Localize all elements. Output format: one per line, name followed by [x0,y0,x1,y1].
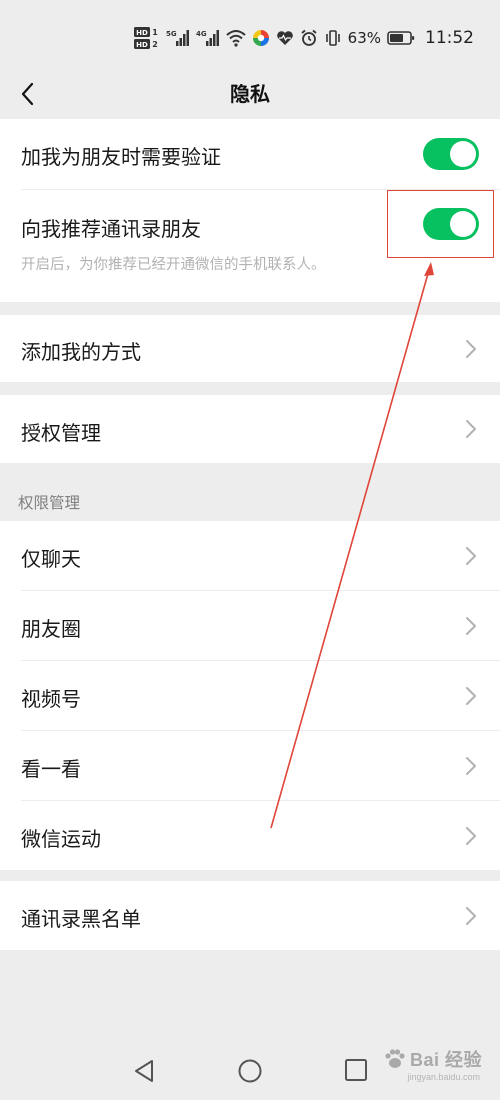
svg-text:2: 2 [152,40,158,49]
permissions-header: 权限管理 [18,494,81,512]
svg-text:HD: HD [136,29,148,37]
permissions-section: 仅聊天 朋友圈 视频号 看一看 微信运动 [0,521,500,870]
baidu-jingyan-watermark: Bai 经验 jingyan.baidu.com [382,1046,482,1082]
signal-4g-icon: 4G [196,28,220,48]
list-item-channels[interactable]: 视频号 [0,661,500,730]
chevron-right-icon [466,757,476,775]
blacklist-row[interactable]: 通讯录黑名单 [0,881,500,950]
list-item-chat-only[interactable]: 仅聊天 [0,521,500,590]
svg-text:5G: 5G [166,30,177,38]
svg-text:1: 1 [152,28,158,37]
status-bar: HD 1 HD 2 5G 4G 63% 11:52 [0,0,500,72]
clock: 11:52 [425,28,474,48]
chevron-right-icon [466,617,476,635]
toggle-knob [450,141,476,167]
list-item-wechat-sports[interactable]: 微信运动 [0,801,500,870]
auth-row[interactable]: 授权管理 [0,395,500,463]
vibrate-icon [324,29,342,47]
blacklist-section: 通讯录黑名单 [0,881,500,950]
verify-label: 加我为朋友时需要验证 [21,145,221,169]
chevron-right-icon [466,340,476,358]
nav-bar: 隐私 [0,72,500,118]
svg-text:HD: HD [136,41,148,49]
list-item-label: 微信运动 [21,827,101,851]
auth-section: 授权管理 [0,395,500,463]
list-item-label: 仅聊天 [21,547,81,571]
wifi-icon [225,29,246,47]
chevron-right-icon [466,547,476,565]
paw-logo-icon [385,1049,405,1068]
alarm-icon [300,29,318,47]
battery-icon [387,30,415,46]
auth-label: 授权管理 [21,421,101,445]
signal-5g-icon: 5G [166,28,190,48]
color-app-icon [252,29,270,47]
verify-row: 加我为朋友时需要验证 [0,119,500,189]
battery-percent: 63% [347,29,381,47]
sim-cards-icon: HD 1 HD 2 [133,26,160,50]
add-methods-section: 添加我的方式 [0,315,500,382]
nav-recents-icon[interactable] [344,1058,368,1082]
verify-toggle[interactable] [423,138,479,170]
chevron-right-icon [466,827,476,845]
add-methods-label: 添加我的方式 [21,340,141,364]
blacklist-label: 通讯录黑名单 [21,907,141,931]
health-heart-icon [276,30,294,46]
watermark-url: jingyan.baidu.com [407,1072,480,1082]
chevron-right-icon [466,687,476,705]
page-title: 隐私 [230,82,270,106]
list-item-label: 看一看 [21,757,81,781]
recommend-description: 开启后，为你推荐已经开通微信的手机联系人。 [21,257,326,273]
list-item-label: 视频号 [21,687,81,711]
watermark-text: Bai 经验 [409,1050,482,1070]
status-icons: HD 1 HD 2 5G 4G 63% 11:52 [133,24,474,52]
list-item-label: 朋友圈 [21,617,81,641]
chevron-right-icon [466,420,476,438]
recommend-label: 向我推荐通讯录朋友 [21,217,201,241]
add-methods-row[interactable]: 添加我的方式 [0,315,500,382]
svg-text:4G: 4G [196,30,207,38]
chevron-right-icon [466,907,476,925]
list-item-top-stories[interactable]: 看一看 [0,731,500,800]
list-item-moments[interactable]: 朋友圈 [0,591,500,660]
annotation-highlight-box [387,190,494,258]
nav-back-icon[interactable] [132,1058,156,1084]
nav-home-icon[interactable] [237,1058,263,1084]
